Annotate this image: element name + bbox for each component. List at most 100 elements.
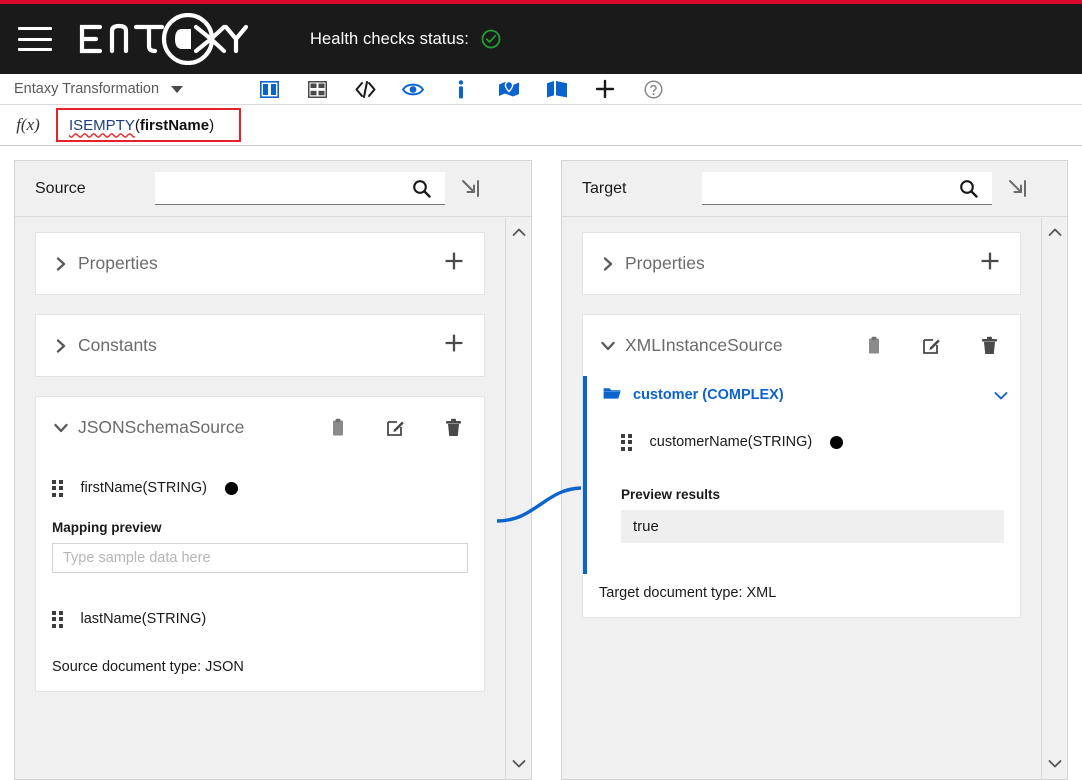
document-actions	[866, 336, 1004, 355]
card-title: Properties	[625, 253, 976, 274]
card-header[interactable]: Constants	[36, 315, 484, 376]
chevron-down-icon[interactable]	[994, 391, 1020, 400]
chevron-down-icon[interactable]	[512, 755, 526, 773]
source-panel: Source	[14, 160, 532, 780]
health-status-label: Health checks status:	[310, 30, 469, 49]
transformation-name: Entaxy Transformation	[14, 81, 159, 97]
toolbar-icon-group	[245, 74, 677, 105]
source-document-card: JSONSchemaSource	[35, 396, 485, 692]
sample-data-input[interactable]	[52, 543, 468, 573]
source-scrollbar[interactable]	[505, 218, 531, 779]
source-field-label: lastName(STRING)	[81, 611, 207, 627]
app-header: Health checks status:	[0, 4, 1082, 74]
target-folder-label: customer (COMPLEX)	[633, 387, 994, 403]
source-card-constants[interactable]: Constants	[35, 314, 485, 377]
mapping-workspace: Source	[0, 146, 1082, 780]
source-search	[155, 172, 445, 205]
table-layout-icon[interactable]	[293, 74, 341, 105]
mapping-connector-dot[interactable]	[830, 436, 843, 449]
drag-handle-icon[interactable]	[621, 434, 632, 451]
clipboard-icon[interactable]	[866, 336, 882, 355]
target-folder-row[interactable]: customer (COMPLEX)	[583, 376, 1020, 414]
target-document-type: Target document type: XML	[583, 585, 1020, 617]
chevron-right-icon[interactable]	[52, 339, 70, 353]
health-status: Health checks status:	[310, 29, 501, 49]
card-header[interactable]: Properties	[36, 233, 484, 294]
chevron-down-icon[interactable]	[599, 341, 617, 351]
card-title: Constants	[78, 335, 440, 356]
chevron-right-icon[interactable]	[52, 257, 70, 271]
add-constant-button[interactable]	[440, 329, 468, 362]
chevron-up-icon[interactable]	[512, 224, 526, 242]
target-card-properties[interactable]: Properties	[582, 232, 1021, 295]
chevron-right-icon[interactable]	[599, 257, 617, 271]
delete-icon[interactable]	[981, 336, 998, 355]
target-document-title: XMLInstanceSource	[625, 335, 866, 356]
target-panel: Target	[561, 160, 1068, 780]
formula-input[interactable]: ISEMPTY(firstName)	[56, 108, 241, 142]
map-icon[interactable]	[533, 74, 581, 105]
chevron-down-icon[interactable]	[1048, 755, 1062, 773]
source-card-properties[interactable]: Properties	[35, 232, 485, 295]
formula-bar: f(x) ISEMPTY(firstName)	[0, 105, 1082, 146]
function-fx-icon: f(x)	[0, 115, 56, 135]
source-document-title: JSONSchemaSource	[78, 417, 330, 438]
target-collapse-panel-icon[interactable]	[1008, 179, 1027, 198]
columns-layout-icon[interactable]	[245, 74, 293, 105]
delete-icon[interactable]	[445, 418, 462, 437]
target-tree: customer (COMPLEX) customerName(STRING)	[583, 376, 1020, 543]
target-panel-header: Target	[562, 161, 1067, 217]
chevron-up-icon[interactable]	[1048, 224, 1062, 242]
drag-handle-icon[interactable]	[52, 611, 63, 628]
source-field-row[interactable]: lastName(STRING)	[36, 601, 484, 637]
formula-close-paren: )	[209, 117, 214, 134]
formula-function-name: ISEMPTY	[69, 117, 135, 134]
preview-results-label: Preview results	[583, 487, 1020, 502]
formula-argument: firstName	[140, 117, 209, 134]
target-document-card: XMLInstanceSource	[582, 314, 1021, 618]
help-question-icon[interactable]	[629, 74, 677, 105]
mapping-connector-dot[interactable]	[225, 482, 238, 495]
add-plus-icon[interactable]	[581, 74, 629, 105]
hamburger-menu-icon[interactable]	[18, 27, 52, 51]
source-card-list: Properties	[15, 218, 505, 779]
source-search-icon[interactable]	[397, 172, 445, 205]
target-search	[702, 172, 992, 205]
map-pin-icon[interactable]	[485, 74, 533, 105]
drag-handle-icon[interactable]	[52, 480, 63, 497]
mapping-preview-label: Mapping preview	[36, 520, 484, 535]
document-actions	[330, 418, 468, 437]
source-panel-title: Source	[35, 180, 155, 198]
target-search-icon[interactable]	[944, 172, 992, 205]
edit-icon[interactable]	[922, 336, 941, 355]
card-header[interactable]: Properties	[583, 233, 1020, 294]
entaxy-logo	[78, 9, 248, 69]
info-icon[interactable]	[437, 74, 485, 105]
source-field-row[interactable]: firstName(STRING)	[36, 470, 484, 506]
source-document-type: Source document type: JSON	[36, 659, 484, 691]
clipboard-icon[interactable]	[330, 418, 346, 437]
card-header[interactable]: JSONSchemaSource	[36, 397, 484, 458]
card-title: Properties	[78, 253, 440, 274]
source-field-label: firstName(STRING)	[81, 480, 207, 496]
folder-open-icon	[603, 386, 621, 405]
chevron-down-icon[interactable]	[52, 423, 70, 433]
edit-icon[interactable]	[386, 418, 405, 437]
source-collapse-panel-icon[interactable]	[461, 179, 480, 198]
preview-results-value: true	[621, 510, 1004, 543]
source-search-input[interactable]	[155, 172, 397, 205]
eye-preview-icon[interactable]	[389, 74, 437, 105]
target-panel-title: Target	[582, 180, 702, 198]
card-header[interactable]: XMLInstanceSource	[583, 315, 1020, 376]
target-search-input[interactable]	[702, 172, 944, 205]
code-view-icon[interactable]	[341, 74, 389, 105]
target-field-row[interactable]: customerName(STRING)	[583, 424, 1020, 460]
target-field-label: customerName(STRING)	[650, 434, 813, 450]
active-mapping-indicator	[583, 376, 587, 574]
chevron-down-icon[interactable]	[171, 86, 183, 93]
source-panel-header: Source	[15, 161, 531, 217]
target-scrollbar[interactable]	[1041, 218, 1067, 779]
add-property-button[interactable]	[440, 247, 468, 280]
target-card-list: Properties	[562, 218, 1041, 779]
add-property-button[interactable]	[976, 247, 1004, 280]
